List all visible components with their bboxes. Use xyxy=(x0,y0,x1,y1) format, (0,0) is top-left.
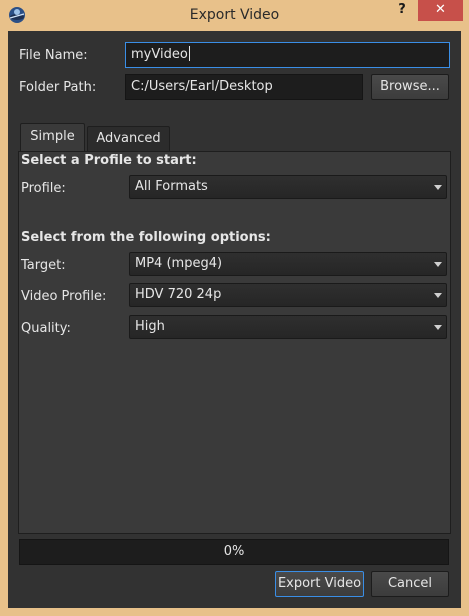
target-dropdown[interactable]: MP4 (mpeg4) xyxy=(129,252,447,276)
target-label: Target: xyxy=(21,258,66,273)
browse-button[interactable]: Browse... xyxy=(371,74,449,100)
export-progress-bar: 0% xyxy=(19,539,449,565)
chevron-down-icon xyxy=(434,185,442,190)
cancel-button[interactable]: Cancel xyxy=(371,571,449,597)
file-name-label: File Name: xyxy=(19,48,88,63)
title-bar[interactable]: Export Video ? ✕ xyxy=(0,0,469,31)
folder-path-label: Folder Path: xyxy=(19,80,97,95)
chevron-down-icon xyxy=(434,293,442,298)
dialog-body: File Name: myVideo Folder Path: C:/Users… xyxy=(8,31,461,608)
file-name-value: myVideo xyxy=(131,47,188,62)
chevron-down-icon xyxy=(434,325,442,330)
video-profile-selected-value: HDV 720 24p xyxy=(135,287,222,302)
profile-section-title: Select a Profile to start: xyxy=(21,153,197,168)
profile-dropdown[interactable]: All Formats xyxy=(129,175,447,199)
progress-text: 0% xyxy=(223,544,245,559)
profile-selected-value: All Formats xyxy=(135,179,208,194)
export-video-dialog: Export Video ? ✕ File Name: myVideo Fold… xyxy=(0,0,469,616)
tab-simple[interactable]: Simple xyxy=(20,123,85,152)
file-name-input[interactable]: myVideo xyxy=(125,42,450,68)
close-button[interactable]: ✕ xyxy=(418,0,463,21)
profile-label: Profile: xyxy=(21,181,66,196)
simple-tab-panel: Select a Profile to start: Profile: All … xyxy=(18,151,451,534)
chevron-down-icon xyxy=(434,262,442,267)
folder-path-value: C:/Users/Earl/Desktop xyxy=(131,79,273,94)
help-button[interactable]: ? xyxy=(385,0,419,21)
folder-path-input[interactable]: C:/Users/Earl/Desktop xyxy=(125,74,363,100)
quality-dropdown[interactable]: High xyxy=(129,315,447,339)
video-profile-label: Video Profile: xyxy=(21,289,107,304)
export-video-button[interactable]: Export Video xyxy=(275,571,364,597)
tab-advanced[interactable]: Advanced xyxy=(87,126,170,151)
options-section-title: Select from the following options: xyxy=(21,230,271,245)
video-profile-dropdown[interactable]: HDV 720 24p xyxy=(129,283,447,307)
text-caret xyxy=(188,46,190,61)
quality-label: Quality: xyxy=(21,321,71,336)
target-selected-value: MP4 (mpeg4) xyxy=(135,256,223,271)
quality-selected-value: High xyxy=(135,319,165,334)
